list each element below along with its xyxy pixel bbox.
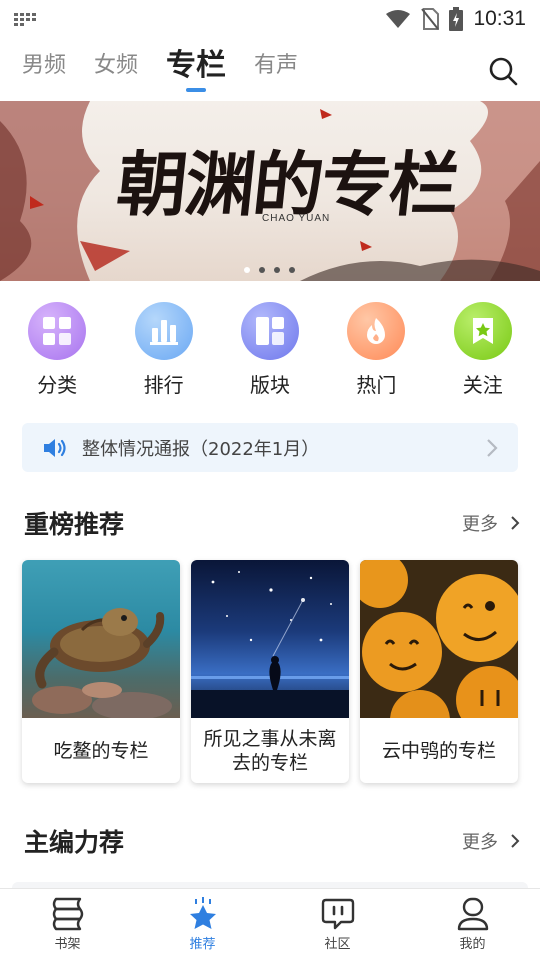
speaker-icon bbox=[44, 438, 66, 457]
featured-cards: 吃鳌的专栏 所见之事从未离去的专栏 云中鸮的专栏 bbox=[22, 560, 518, 783]
column-card-name: 所见之事从未离去的专栏 bbox=[203, 727, 337, 774]
nav-item-bookshelf[interactable]: 书架 bbox=[18, 889, 118, 960]
menu-item-label: 关注 bbox=[462, 373, 503, 397]
keyboard-icon bbox=[14, 12, 38, 26]
search-icon[interactable] bbox=[488, 56, 518, 86]
featured-section-header: 重榜推荐 更多 bbox=[24, 505, 520, 541]
chevron-right-icon bbox=[511, 834, 520, 848]
nav-label: 我的 bbox=[459, 937, 486, 952]
nav-label: 社区 bbox=[324, 937, 351, 952]
chat-bubble-icon bbox=[321, 898, 354, 930]
section-title: 主编力荐 bbox=[24, 828, 125, 857]
carousel-dot bbox=[289, 267, 295, 273]
more-link[interactable]: 更多 bbox=[462, 828, 520, 854]
quick-menu: 分类 排行 版块 热门 关注 bbox=[0, 302, 540, 402]
layout-blocks-icon bbox=[240, 302, 299, 360]
more-label: 更多 bbox=[462, 832, 498, 853]
status-bar: 10:31 bbox=[0, 0, 540, 38]
menu-item-label: 版块 bbox=[249, 373, 290, 397]
star-bookmark-icon bbox=[453, 302, 512, 360]
menu-item-follow[interactable]: 关注 bbox=[438, 302, 528, 402]
status-icons: 10:31 bbox=[385, 7, 526, 31]
column-card-name: 云中鸮的专栏 bbox=[381, 739, 496, 762]
editor-picks-section-header: 主编力荐 更多 bbox=[24, 823, 520, 859]
nav-label: 书架 bbox=[54, 937, 81, 952]
grid-icon bbox=[28, 302, 87, 360]
carousel-indicator bbox=[244, 267, 295, 273]
banner-subtitle: CHAO YUAN bbox=[262, 213, 331, 224]
menu-item-label: 分类 bbox=[37, 373, 78, 397]
more-label: 更多 bbox=[462, 514, 498, 535]
tab-male[interactable]: 男频 bbox=[22, 42, 66, 90]
wifi-icon bbox=[386, 10, 411, 28]
sea-turtle-photo bbox=[22, 560, 180, 718]
menu-item-label: 热门 bbox=[356, 373, 397, 397]
menu-item-label: 排行 bbox=[143, 373, 184, 397]
chevron-right-icon bbox=[487, 439, 498, 457]
chevron-right-icon bbox=[511, 516, 520, 530]
bookshelf-icon bbox=[52, 897, 83, 931]
menu-item-sections[interactable]: 版块 bbox=[225, 302, 315, 402]
top-tabs: 男频 女频 专栏 有声 bbox=[0, 42, 540, 100]
tab-audio[interactable]: 有声 bbox=[254, 42, 298, 90]
bottom-nav: 书架 推荐 社区 我的 bbox=[0, 888, 540, 960]
starry-night-photo bbox=[191, 560, 349, 718]
more-link[interactable]: 更多 bbox=[462, 510, 520, 536]
column-card[interactable]: 所见之事从未离去的专栏 bbox=[191, 560, 349, 783]
smiley-oranges-photo bbox=[360, 560, 518, 718]
no-sim-icon bbox=[421, 8, 440, 30]
tab-female[interactable]: 女频 bbox=[94, 42, 138, 90]
notice-bar[interactable]: 整体情况通报（2022年1月） bbox=[22, 423, 518, 472]
nav-item-community[interactable]: 社区 bbox=[288, 889, 388, 960]
menu-item-ranking[interactable]: 排行 bbox=[119, 302, 209, 402]
menu-item-hot[interactable]: 热门 bbox=[331, 302, 421, 402]
profile-icon bbox=[457, 897, 488, 931]
column-card[interactable]: 云中鸮的专栏 bbox=[360, 560, 518, 783]
bar-chart-icon bbox=[134, 302, 193, 360]
nav-item-recommend[interactable]: 推荐 bbox=[153, 889, 253, 960]
nav-label: 推荐 bbox=[189, 937, 216, 952]
notice-text: 整体情况通报（2022年1月） bbox=[82, 438, 320, 460]
flame-icon bbox=[347, 302, 406, 360]
carousel-dot bbox=[274, 267, 280, 273]
status-time: 10:31 bbox=[473, 7, 526, 30]
banner-carousel[interactable]: 朝渊的专栏 CHAO YUAN bbox=[0, 101, 540, 281]
nav-item-profile[interactable]: 我的 bbox=[423, 889, 523, 960]
column-card-name: 吃鳌的专栏 bbox=[53, 739, 149, 762]
column-card[interactable]: 吃鳌的专栏 bbox=[22, 560, 180, 783]
section-title: 重榜推荐 bbox=[24, 510, 125, 539]
carousel-dot bbox=[259, 267, 265, 273]
tab-column[interactable]: 专栏 bbox=[166, 42, 226, 92]
menu-item-category[interactable]: 分类 bbox=[12, 302, 102, 402]
star-icon bbox=[189, 897, 216, 929]
battery-charging-icon bbox=[449, 7, 464, 31]
carousel-dot bbox=[244, 267, 250, 273]
